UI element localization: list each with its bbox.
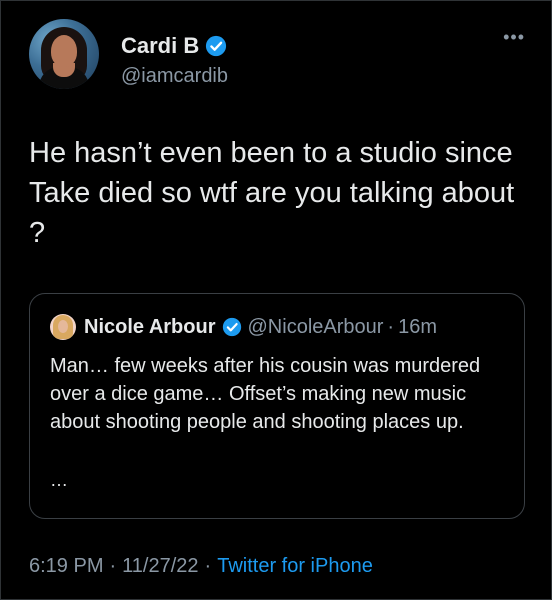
quoted-tweet-header: Nicole Arbour @NicoleArbour · 16m xyxy=(50,314,437,340)
tweet-header: Cardi B @iamcardib xyxy=(29,19,529,99)
author-avatar[interactable] xyxy=(29,19,99,89)
verified-badge-icon xyxy=(206,35,227,57)
author-handle[interactable]: @iamcardib xyxy=(121,65,228,88)
tweet-text: He hasn’t even been to a studio since Ta… xyxy=(29,137,515,249)
tweet-date[interactable]: 11/27/22 xyxy=(122,555,198,577)
tweet-meta: 6:19 PM · 11/27/22 · Twitter for iPhone xyxy=(29,555,373,578)
quoted-tweet-text: Man… few weeks after his cousin was murd… xyxy=(50,355,481,433)
tweet-source-link[interactable]: Twitter for iPhone xyxy=(217,555,373,577)
quoted-author-handle[interactable]: @NicoleArbour xyxy=(248,316,384,339)
quoted-author-display-name[interactable]: Nicole Arbour xyxy=(84,316,216,339)
quoted-author-avatar[interactable] xyxy=(50,314,76,340)
quoted-tweet[interactable]: Nicole Arbour @NicoleArbour · 16m Man… f… xyxy=(29,293,525,519)
more-options-icon[interactable]: ••• xyxy=(503,27,525,48)
meta-separator: · xyxy=(109,555,117,577)
meta-separator: · xyxy=(204,555,212,577)
tweet-time[interactable]: 6:19 PM xyxy=(29,555,103,577)
quoted-truncation-ellipsis: … xyxy=(50,470,69,490)
author-display-name[interactable]: Cardi B xyxy=(121,33,199,59)
quoted-verified-badge-icon xyxy=(222,317,241,337)
author-name-row: Cardi B xyxy=(121,33,227,59)
quoted-avatar-face xyxy=(58,320,68,333)
quoted-separator: · xyxy=(387,315,395,338)
avatar-face xyxy=(51,35,77,67)
quoted-timestamp[interactable]: 16m xyxy=(398,316,437,339)
tweet-card: Cardi B @iamcardib ••• He hasn’t even be… xyxy=(0,0,552,600)
